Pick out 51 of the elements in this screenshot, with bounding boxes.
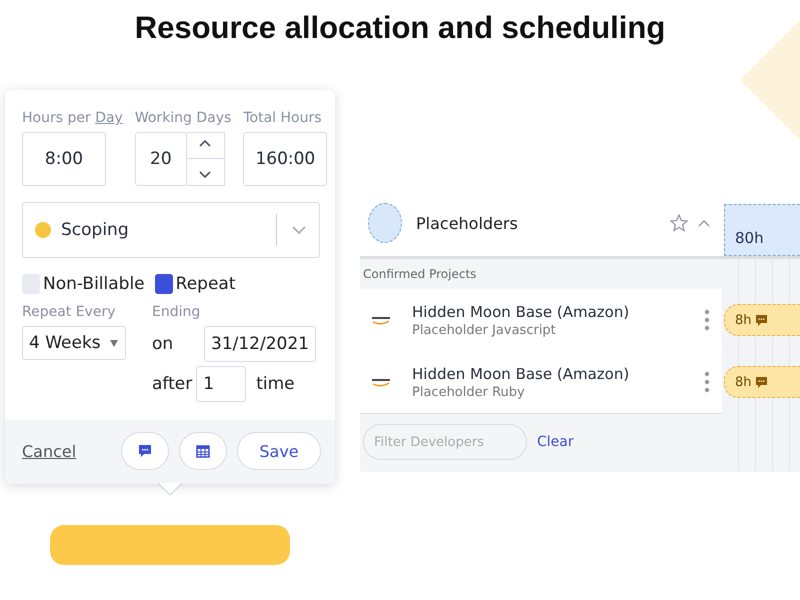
placeholder-avatar bbox=[368, 203, 402, 243]
calendar-icon bbox=[196, 444, 210, 458]
company-logo-icon bbox=[372, 314, 390, 326]
filter-field[interactable]: Filter Developers bbox=[363, 424, 527, 460]
calendar-button[interactable] bbox=[179, 432, 227, 470]
group-title: Placeholders bbox=[416, 214, 519, 232]
checkbox[interactable] bbox=[154, 274, 173, 294]
on-label: on bbox=[152, 334, 174, 354]
up-caret-icon bbox=[197, 138, 214, 149]
total-hours-field[interactable]: 160:00 bbox=[243, 132, 328, 186]
hours-field[interactable]: 8:00 bbox=[22, 132, 106, 186]
hours-chip[interactable]: 8h bbox=[724, 366, 800, 398]
checkbox-label: Non-Billable bbox=[43, 274, 145, 294]
down-caret-icon bbox=[197, 169, 214, 180]
stepper[interactable] bbox=[186, 132, 225, 186]
save-button[interactable]: Save bbox=[237, 432, 321, 470]
project-role: Placeholder Javascript bbox=[412, 322, 557, 338]
after-label: after bbox=[152, 374, 192, 394]
hours-total-block: 80h bbox=[724, 204, 800, 256]
clear-link[interactable]: Clear bbox=[537, 434, 574, 450]
comment-button[interactable] bbox=[121, 432, 169, 470]
status-dropdown[interactable]: Scoping bbox=[22, 202, 320, 258]
more-options-icon bbox=[704, 371, 710, 393]
hours-chip[interactable]: 8h bbox=[724, 304, 800, 336]
project-name: Hidden Moon Base (Amazon) bbox=[412, 302, 630, 320]
field-label: Repeat Every bbox=[22, 304, 117, 320]
dropdown-arrow-icon bbox=[108, 338, 119, 348]
project-role: Placeholder Ruby bbox=[412, 384, 526, 400]
occurrences-field[interactable]: 1 bbox=[196, 366, 246, 402]
section-header: Confirmed Projects bbox=[362, 266, 478, 283]
cancel-link[interactable]: Cancel bbox=[22, 442, 76, 460]
repeat-dropdown[interactable]: 4 Weeks bbox=[22, 326, 126, 360]
time-label: time bbox=[256, 374, 295, 394]
comment-icon bbox=[756, 376, 767, 388]
comment-icon bbox=[756, 314, 767, 326]
page-title: Resource allocation and scheduling bbox=[134, 9, 666, 47]
field-label: Ending bbox=[152, 304, 202, 320]
more-options-icon bbox=[704, 309, 710, 331]
star-icon[interactable] bbox=[670, 214, 688, 232]
comment-icon bbox=[138, 444, 152, 458]
chevron-down-icon bbox=[291, 224, 307, 236]
status-label: Scoping bbox=[61, 220, 130, 240]
field-label: Hours per bbox=[22, 110, 91, 126]
checkbox-label: Repeat bbox=[176, 274, 236, 294]
company-logo-icon bbox=[372, 376, 390, 388]
field-label: Working Days bbox=[134, 110, 232, 126]
days-field[interactable]: 20 bbox=[134, 132, 187, 186]
collapse-caret-icon[interactable] bbox=[698, 218, 710, 228]
end-date-field[interactable]: 31/12/2021 bbox=[204, 326, 316, 362]
field-label: Total Hours bbox=[243, 110, 323, 126]
project-name: Hidden Moon Base (Amazon) bbox=[412, 364, 630, 382]
